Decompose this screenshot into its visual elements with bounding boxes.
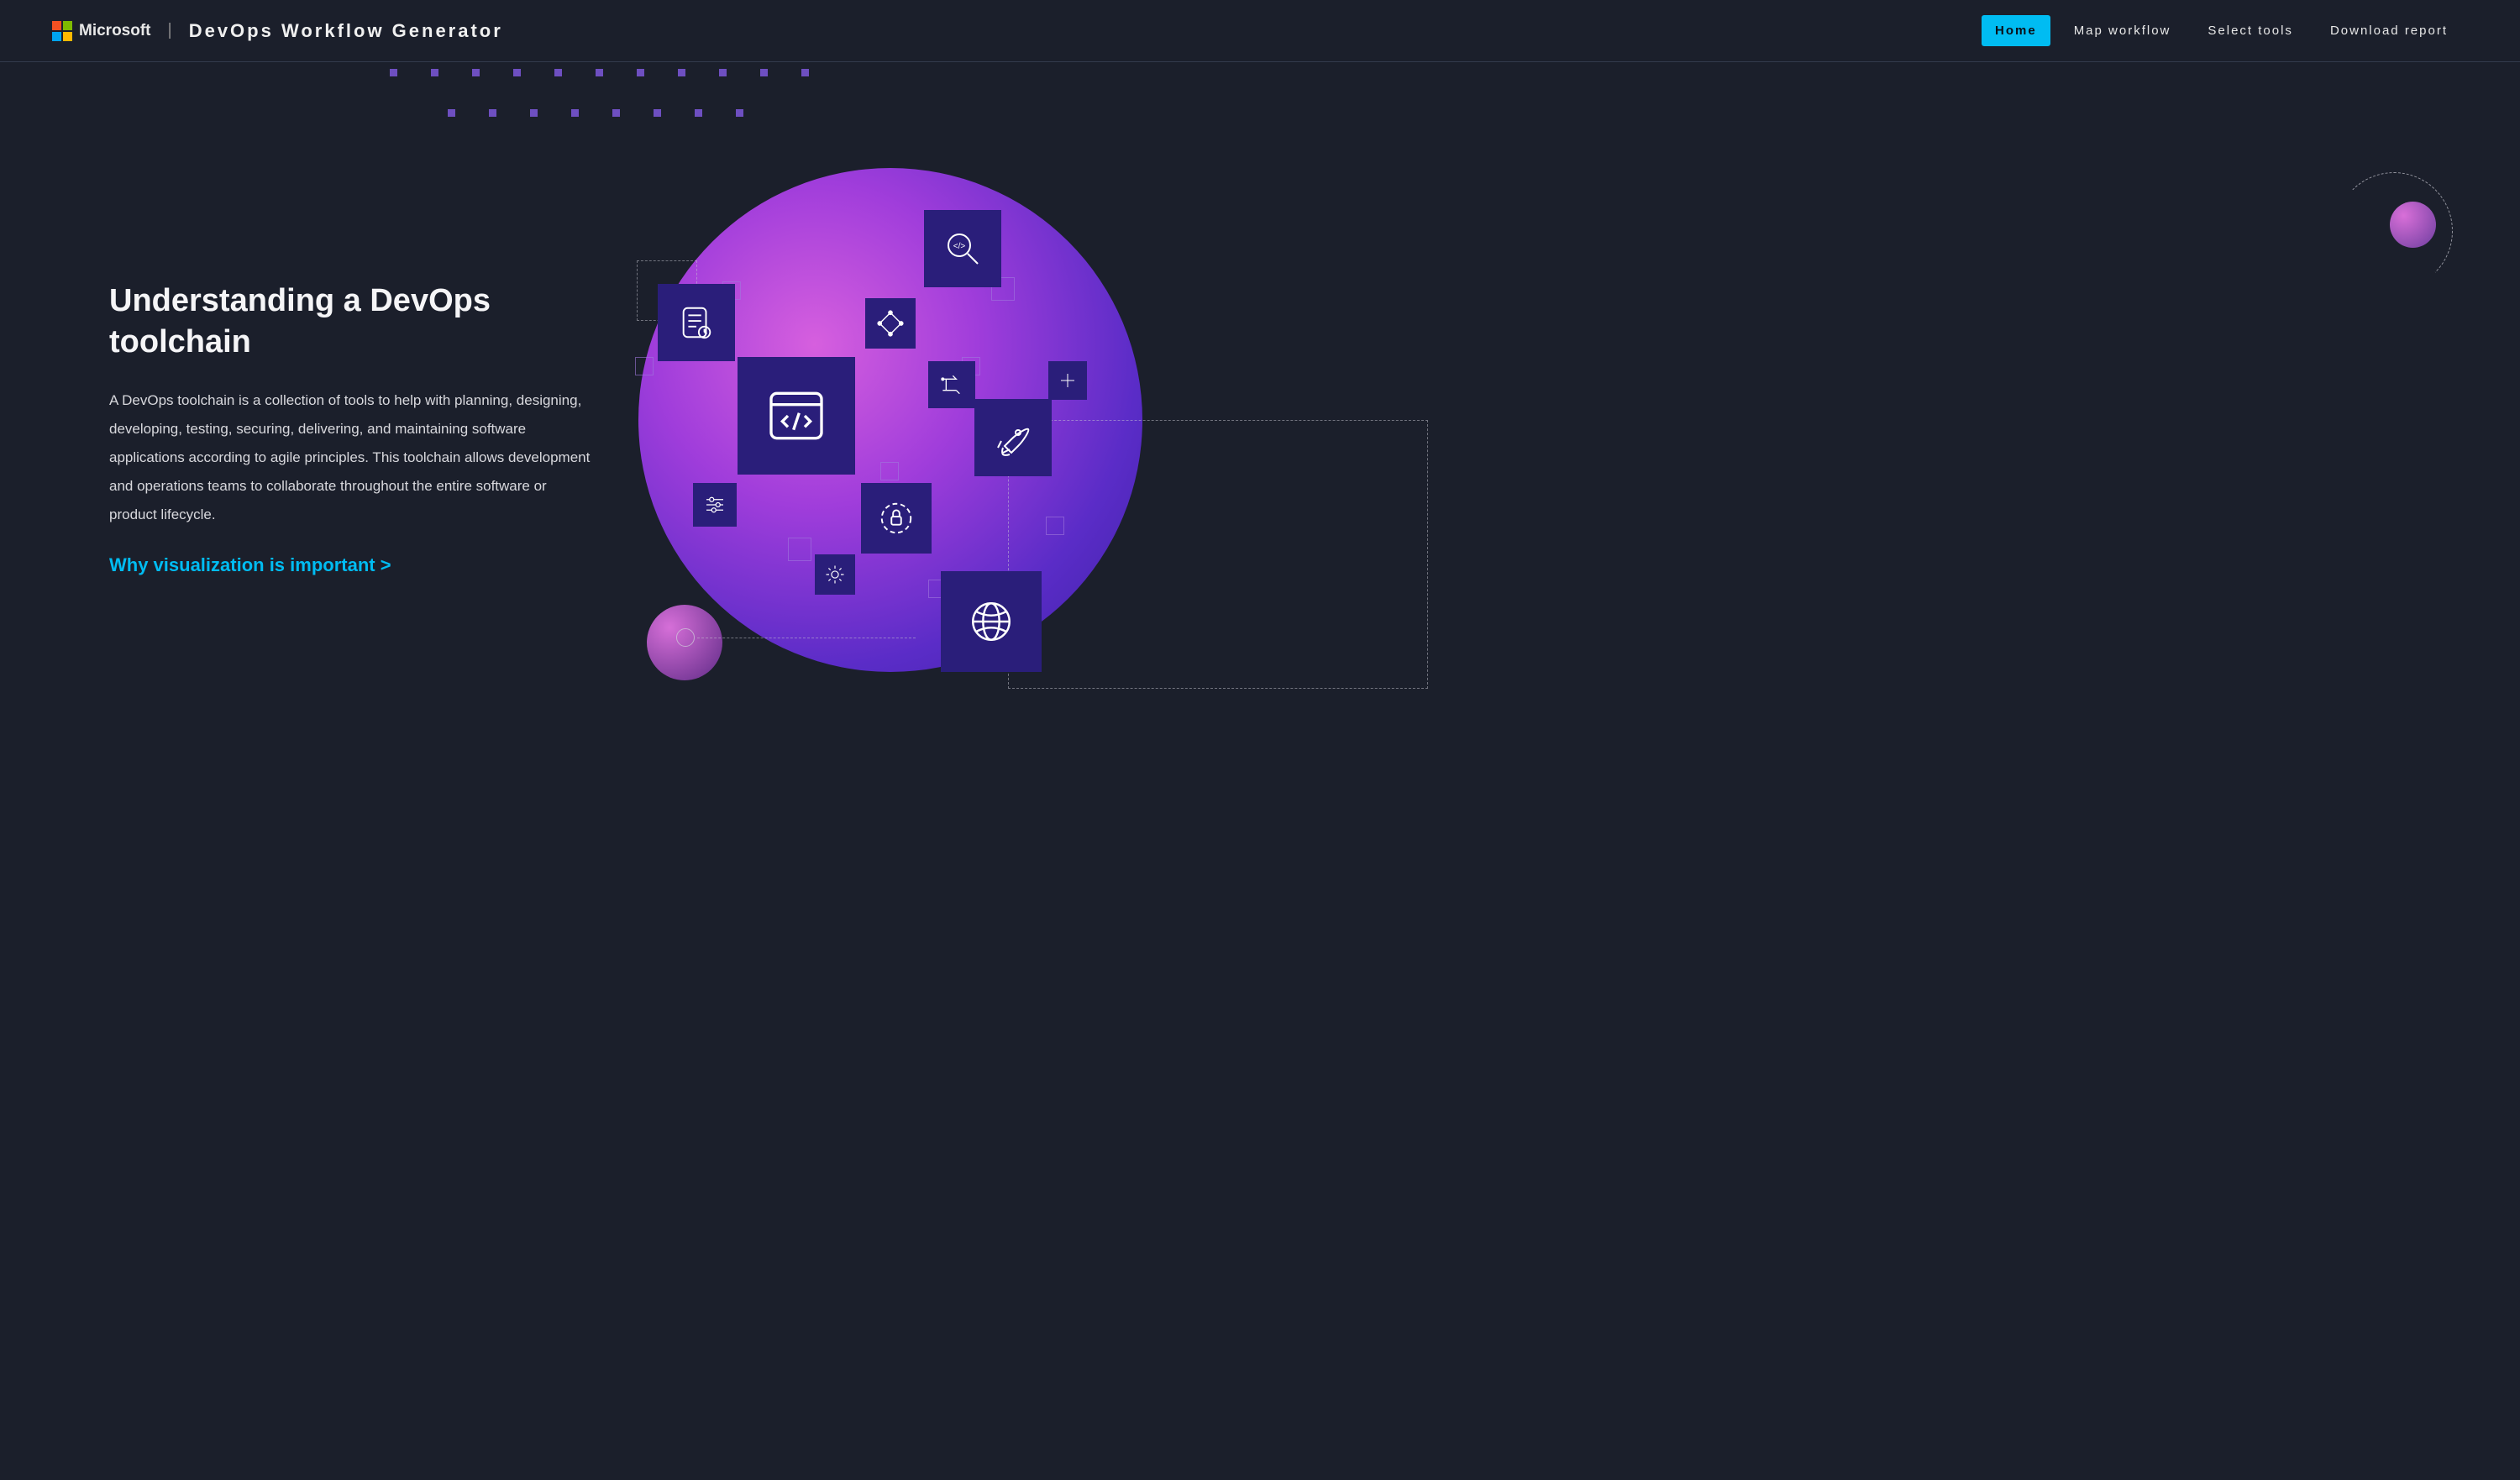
code-window-icon — [763, 382, 830, 449]
body-paragraph: A DevOps toolchain is a collection of to… — [109, 386, 596, 529]
tile-lock-target — [861, 483, 932, 554]
outline-square — [788, 538, 811, 561]
page-heading: Understanding a DevOps toolchain — [109, 281, 596, 364]
top-nav: Home Map workflow Select tools Download … — [1982, 15, 2461, 46]
tile-rocket — [974, 399, 1052, 476]
dashed-box-large — [1008, 420, 1428, 689]
tile-graph — [865, 298, 916, 349]
globe-icon — [967, 597, 1016, 646]
app-title: DevOps Workflow Generator — [189, 20, 503, 42]
microsoft-logo[interactable]: Microsoft — [52, 21, 151, 41]
outline-square — [635, 357, 654, 375]
tile-route — [928, 361, 975, 408]
sliders-icon — [702, 492, 727, 517]
gear-icon — [823, 563, 847, 586]
main-content: Understanding a DevOps toolchain A DevOp… — [0, 134, 2520, 739]
microsoft-squares-icon — [52, 21, 72, 41]
outline-square — [880, 462, 899, 480]
tile-code-search: </> — [924, 210, 1001, 287]
tile-sliders — [693, 483, 737, 527]
route-icon — [938, 371, 965, 398]
tile-plus — [1048, 361, 1087, 400]
nav-download-report[interactable]: Download report — [2317, 15, 2461, 46]
tile-code-window — [738, 357, 855, 475]
brand-block: Microsoft | DevOps Workflow Generator — [52, 20, 503, 42]
tile-globe — [941, 571, 1042, 672]
header: Microsoft | DevOps Workflow Generator Ho… — [0, 0, 2520, 62]
checklist-icon — [677, 303, 716, 342]
rocket-icon — [993, 417, 1033, 458]
decorative-dots — [0, 59, 2520, 134]
cta-link[interactable]: Why visualization is important > — [109, 554, 596, 576]
company-name: Microsoft — [79, 22, 151, 40]
graph-icon — [876, 309, 905, 338]
nav-home[interactable]: Home — [1982, 15, 2050, 46]
svg-text:</>: </> — [953, 242, 966, 251]
text-column: Understanding a DevOps toolchain A DevOp… — [109, 281, 596, 577]
brand-divider: | — [168, 21, 172, 40]
lock-target-icon — [877, 499, 916, 538]
outline-square — [1046, 517, 1064, 535]
tile-gear — [815, 554, 855, 595]
illustration: </> — [630, 168, 2461, 689]
tile-checklist — [658, 284, 735, 361]
code-search-icon: </> — [942, 228, 983, 269]
nav-map-workflow[interactable]: Map workflow — [2061, 15, 2185, 46]
plus-icon — [1058, 370, 1078, 391]
dashed-arc — [2335, 172, 2453, 290]
outline-circle — [676, 628, 695, 647]
nav-select-tools[interactable]: Select tools — [2194, 15, 2307, 46]
